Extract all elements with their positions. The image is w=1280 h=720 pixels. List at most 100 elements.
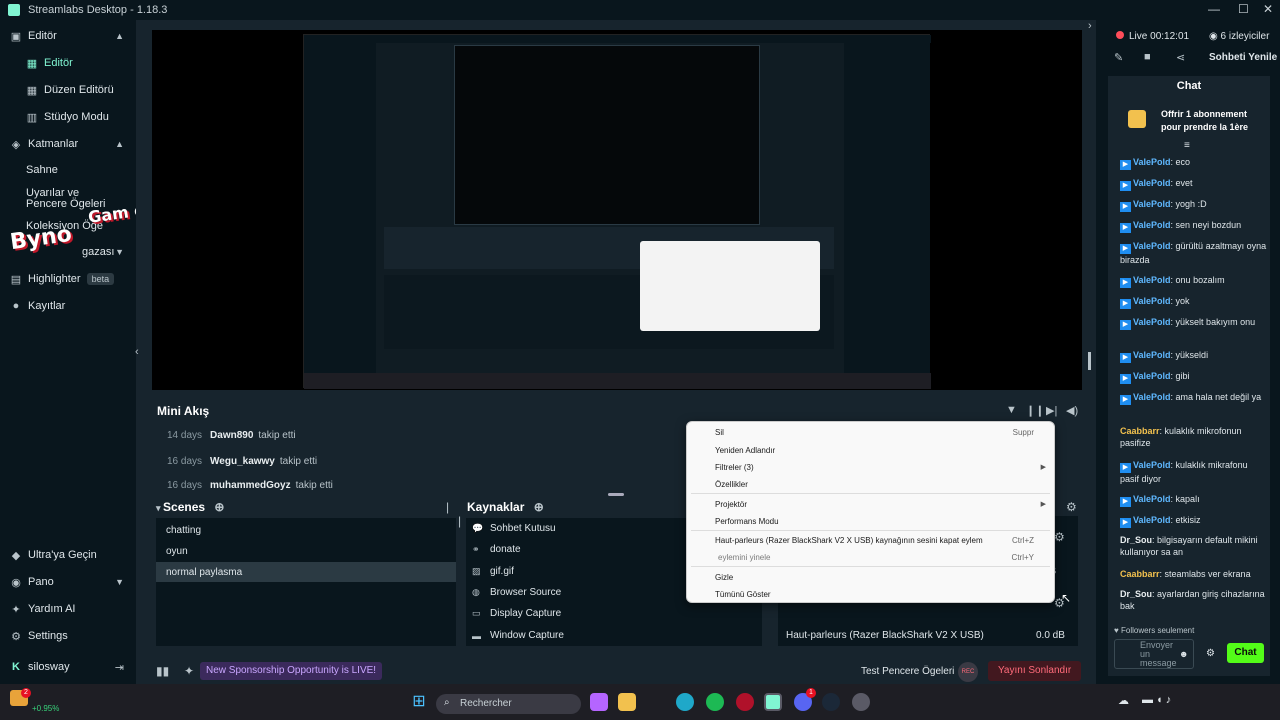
stock-value: +0.95% xyxy=(32,704,60,713)
sidebar-item-account[interactable]: K silosway ⇥ xyxy=(0,657,136,677)
source-item[interactable]: ▨ gif.gif xyxy=(472,566,514,577)
share-icon[interactable]: ⋖ xyxy=(1176,51,1185,64)
sidebar-item-dashboard[interactable]: ◉ Pano ▼ xyxy=(0,572,136,592)
sidebar-item-label: Ultra'ya Geçin xyxy=(28,549,97,561)
sidebar-item-label: Kayıtlar xyxy=(28,300,66,312)
pause-icon[interactable]: ❙❙ xyxy=(1026,404,1044,417)
shortcut-label: Ctrl+Y xyxy=(1011,553,1034,562)
sidebar-item-highlighter[interactable]: ▤ Highlighter beta xyxy=(0,269,136,289)
scene-item[interactable]: normal paylasma xyxy=(156,562,456,582)
sidebar-item-label: Düzen Editörü xyxy=(44,84,114,96)
maximize-icon[interactable]: ☐ xyxy=(1238,2,1249,16)
mixer-device-db: 0.0 dB xyxy=(1036,630,1065,641)
opera-icon[interactable] xyxy=(736,693,754,711)
refresh-chat-button[interactable]: Sohbeti Yenile xyxy=(1209,52,1277,63)
ultra-icon: ◆ xyxy=(11,549,21,562)
chevron-right-icon[interactable]: › xyxy=(1088,20,1092,32)
sidebar-item-editor[interactable]: ▦ Editör xyxy=(0,53,136,73)
source-item[interactable]: 💬 Sohbet Kutusu xyxy=(472,523,556,534)
copilot-icon[interactable] xyxy=(590,693,608,711)
volume-icon[interactable]: ◀) xyxy=(1066,404,1078,417)
menu-item-undo[interactable]: Haut-parleurs (Razer BlackShark V2 X USB… xyxy=(715,536,983,545)
skip-icon[interactable]: ▶| xyxy=(1046,404,1057,417)
stats-icon[interactable]: ▮▮ xyxy=(156,664,169,678)
chat-message: Caabbarr: steamlabs ver ekrana xyxy=(1120,569,1251,579)
source-item[interactable]: ▭ Display Capture xyxy=(472,608,561,619)
cloud-icon[interactable]: ☁ xyxy=(1118,694,1129,707)
sidebar-item-ultra[interactable]: ◆ Ultra'ya Geçin xyxy=(0,545,136,565)
sidebar-item-studio-mode[interactable]: ▥ Stüdyo Modu xyxy=(0,107,136,127)
add-icon[interactable]: ⊕ xyxy=(214,500,224,514)
edge-browser-icon[interactable] xyxy=(676,693,694,711)
menu-item-properties[interactable]: Özellikler xyxy=(715,480,748,489)
scene-item[interactable]: oyun xyxy=(156,541,456,561)
menu-divider xyxy=(691,530,1050,531)
help-icon: ✦ xyxy=(11,603,21,616)
chat-message: ▶ ValePold: kapalı xyxy=(1120,493,1268,507)
notification-icon[interactable]: ✦ xyxy=(184,664,194,678)
scrollbar[interactable] xyxy=(1088,352,1091,370)
image-icon: ▨ xyxy=(472,566,481,576)
streamlabs-icon[interactable] xyxy=(764,693,782,711)
link-icon: ⚭ xyxy=(472,544,480,554)
menu-item-performance[interactable]: Performans Modu xyxy=(715,517,779,526)
sources-title: Kaynaklar ⊕ xyxy=(467,500,544,514)
shortcut-label: Suppr xyxy=(1012,428,1034,437)
notification-badge: 2 xyxy=(21,688,31,698)
emoji-icon[interactable]: ☻ xyxy=(1179,649,1188,659)
tray-icons[interactable]: ▬ ◖ ♪ xyxy=(1142,694,1171,706)
sponsorship-banner[interactable]: New Sponsorship Opportunity is LIVE! xyxy=(200,662,383,680)
sidebar-item-editor-group[interactable]: ▣ Editör ▲ xyxy=(0,26,136,46)
windows-start-icon[interactable]: ⊞ xyxy=(410,693,428,711)
file-explorer-icon[interactable] xyxy=(618,693,636,711)
sidebar-item-label: Sahne xyxy=(26,164,58,176)
chat-input-placeholder: Envoyer un message xyxy=(1140,640,1177,668)
chevron-down-icon: ▼ xyxy=(115,577,124,587)
sidebar-item-recordings[interactable]: ● Kayıtlar xyxy=(0,296,136,316)
menu-item-rename[interactable]: Yeniden Adlandır xyxy=(715,446,775,455)
taskbar-search[interactable]: ⌕ Rechercher xyxy=(436,694,581,714)
context-menu: Sil Suppr Yeniden Adlandır Filtreler (3)… xyxy=(686,421,1055,603)
chat-filter-icon[interactable]: ≡ xyxy=(1184,140,1190,151)
chat-message: ▶ ValePold: eco xyxy=(1120,156,1268,170)
spotify-icon[interactable] xyxy=(706,693,724,711)
chat-message: ▶ ValePold: yükselt bakıyım onu xyxy=(1120,316,1268,330)
record-button[interactable]: REC xyxy=(958,662,978,682)
sidebar-item-scene[interactable]: Sahne xyxy=(0,160,136,180)
chat-send-button[interactable]: Chat xyxy=(1227,643,1264,663)
scene-item[interactable]: chatting xyxy=(156,520,456,540)
camera-icon[interactable]: ■ xyxy=(1144,51,1151,63)
menu-item-delete[interactable]: Sil xyxy=(715,428,724,437)
source-item[interactable]: ◍ Browser Source xyxy=(472,587,561,598)
menu-item-redo[interactable]: eylemini yinele xyxy=(718,553,770,562)
settings-app-icon[interactable] xyxy=(852,693,870,711)
gear-icon[interactable]: ⚙ xyxy=(1066,500,1077,514)
minimize-icon[interactable]: — xyxy=(1208,2,1220,16)
status-bar: ▮▮ ✦ New Sponsorship Opportunity is LIVE… xyxy=(150,660,1086,684)
menu-item-projector[interactable]: Projektör xyxy=(715,500,747,509)
filter-icon[interactable]: ▼ xyxy=(1006,404,1017,416)
sidebar-item-help-ai[interactable]: ✦ Yardım AI xyxy=(0,599,136,619)
menu-item-filters[interactable]: Filtreler (3) xyxy=(715,463,754,472)
steam-icon[interactable] xyxy=(822,693,840,711)
source-item[interactable]: ▬ Window Capture xyxy=(472,630,564,641)
beta-badge: beta xyxy=(86,273,115,285)
menu-item-hide[interactable]: Gizle xyxy=(715,573,733,582)
sidebar-item-layers[interactable]: ◈ Katmanlar ▲ xyxy=(0,134,136,154)
test-widgets-button[interactable]: Test Pencere Ögeleri xyxy=(861,666,954,677)
gear-icon[interactable]: ⚙ xyxy=(1206,648,1215,659)
chat-input[interactable]: Envoyer un message ☻ xyxy=(1114,639,1194,669)
sidebar-item-settings[interactable]: ⚙ Settings xyxy=(0,626,136,646)
source-item[interactable]: ⚭ donate xyxy=(472,544,521,555)
chevron-left-icon[interactable]: ‹ xyxy=(135,346,139,358)
end-stream-button[interactable]: Yayını Sonlandır xyxy=(988,661,1082,681)
gear-icon[interactable]: ⚙ xyxy=(1054,530,1065,544)
add-icon[interactable]: ⊕ xyxy=(534,500,544,514)
edit-icon[interactable]: ✎ xyxy=(1114,51,1123,64)
logout-icon[interactable]: ⇥ xyxy=(115,661,124,674)
menu-item-show-all[interactable]: Tümünü Göster xyxy=(715,590,771,599)
close-icon[interactable]: ✕ xyxy=(1263,2,1273,16)
sidebar-item-layout-editor[interactable]: ▦ Düzen Editörü xyxy=(0,80,136,100)
sidebar-item-label: silosway xyxy=(28,661,70,673)
sidebar-item-label: Editör xyxy=(28,30,57,42)
